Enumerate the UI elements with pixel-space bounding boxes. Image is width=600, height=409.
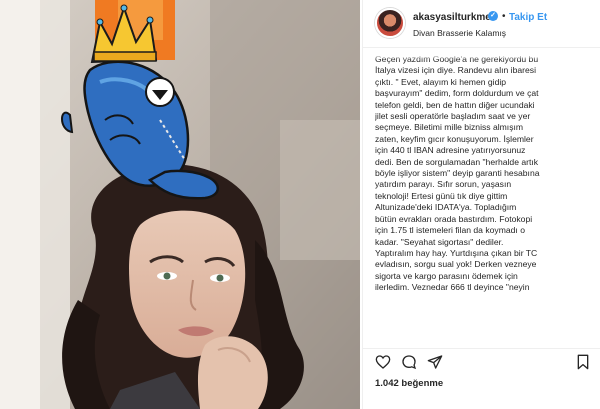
post-header: akasyasilturkmen ✓ • Takip Et Divan Bras… — [363, 0, 600, 48]
like-count[interactable]: 1.042 beğenme — [375, 378, 443, 389]
caption-text: Geçen yazdım Google'a ne gerekiyordu bu … — [375, 54, 540, 293]
post-side-panel: akasyasilturkmen ✓ • Takip Et Divan Bras… — [362, 0, 600, 409]
instagram-post: akasyasilturkmen ✓ • Takip Et Divan Bras… — [0, 0, 600, 409]
location-link[interactable]: Divan Brasserie Kalamış — [413, 28, 506, 38]
bookmark-icon[interactable] — [575, 354, 591, 370]
separator-dot: • — [502, 11, 506, 22]
action-bar — [363, 348, 600, 374]
caption-area[interactable]: Geçen yazdım Google'a ne gerekiyordu bu … — [375, 54, 599, 344]
verified-badge-icon: ✓ — [488, 11, 498, 21]
username-link[interactable]: akasyasilturkmen — [413, 12, 497, 23]
post-photo[interactable] — [0, 0, 360, 409]
comment-icon[interactable] — [401, 354, 417, 370]
avatar[interactable] — [375, 8, 405, 38]
follow-button[interactable]: Takip Et — [509, 12, 547, 23]
heart-icon[interactable] — [375, 354, 391, 370]
share-icon[interactable] — [427, 354, 443, 370]
